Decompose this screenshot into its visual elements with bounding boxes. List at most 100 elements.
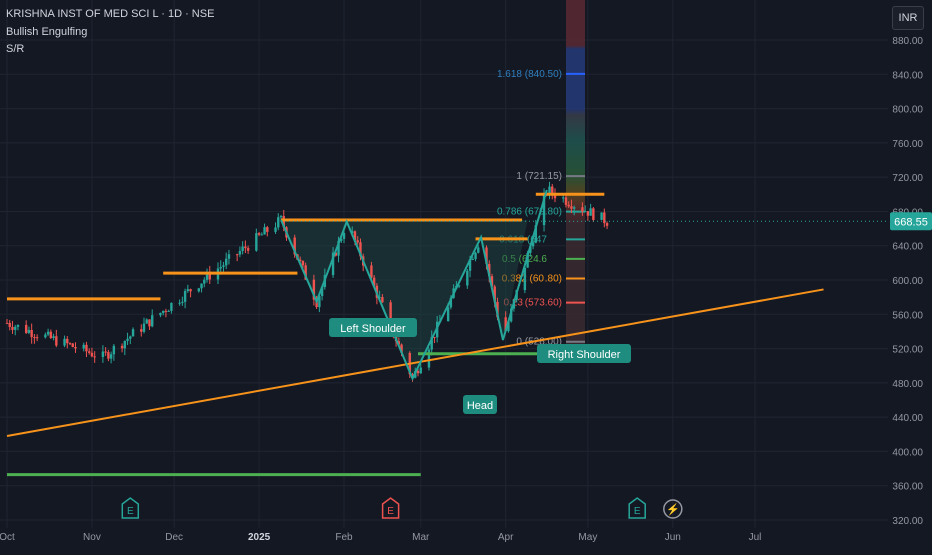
- price-axis-tick: 640.00: [892, 242, 923, 253]
- last-price-text: 668.55: [894, 216, 928, 228]
- candle-body: [186, 289, 190, 291]
- pattern-label-text: Left Shoulder: [340, 323, 406, 335]
- candle-body: [55, 336, 58, 346]
- earnings-marker-icon: E: [121, 497, 140, 519]
- candle-body: [589, 208, 592, 216]
- candle-body: [159, 312, 162, 316]
- candle-body: [471, 259, 474, 261]
- candle-body: [93, 356, 96, 358]
- candle-body: [49, 331, 53, 338]
- price-axis-tick: 320.00: [892, 516, 923, 527]
- candle-body: [74, 346, 77, 349]
- price-axis-tick: 600.00: [892, 276, 923, 287]
- candle-body: [109, 354, 113, 359]
- right-shoulder-label: Right Shoulder: [537, 344, 631, 363]
- time-axis-tick: Jun: [665, 532, 681, 543]
- candle-body: [140, 329, 143, 332]
- candle-body: [44, 334, 47, 338]
- candle-body: [244, 246, 247, 249]
- indicator-bullish-engulfing[interactable]: Bullish Engulfing: [6, 26, 87, 38]
- candle-body: [101, 351, 105, 357]
- earnings-marker-icon: E: [628, 497, 646, 519]
- candle-body: [257, 233, 261, 235]
- candle-body: [581, 207, 584, 212]
- candle-body: [266, 227, 269, 232]
- candle-body: [200, 283, 203, 289]
- candle-body: [24, 324, 28, 333]
- candle-body: [474, 252, 477, 260]
- candle-body: [235, 254, 239, 256]
- candle-body: [301, 260, 305, 266]
- candle-body: [203, 279, 206, 284]
- time-axis-tick: Nov: [83, 532, 101, 543]
- candle-body: [30, 329, 33, 338]
- candle-body: [222, 265, 225, 267]
- candle-body: [562, 197, 565, 199]
- symbol-title[interactable]: KRISHNA INST OF MED SCI L · 1D · NSE: [6, 8, 214, 20]
- candle-body: [8, 322, 11, 327]
- events-group: E E E ⚡: [121, 497, 683, 519]
- time-axis-tick: Dec: [165, 532, 183, 543]
- candle-body: [583, 211, 587, 213]
- candle-body: [164, 310, 168, 312]
- indicator-sr[interactable]: S/R: [6, 43, 24, 55]
- candle-body: [85, 344, 88, 352]
- candle-body: [104, 351, 107, 353]
- candle-body: [145, 319, 148, 324]
- candle-body: [246, 248, 250, 251]
- chart-canvas[interactable]: 1.618 (840.50)1 (721.15)0.786 (679.80)0.…: [0, 0, 932, 550]
- candle-body: [274, 227, 277, 232]
- candle-body: [46, 331, 50, 335]
- candle-body: [241, 246, 244, 252]
- candle-body: [260, 234, 264, 236]
- candle-body: [227, 254, 231, 259]
- candle-body: [71, 343, 74, 347]
- candle-body: [605, 223, 609, 226]
- candle-body: [466, 270, 469, 286]
- candle-body: [356, 240, 359, 243]
- candle-body: [88, 351, 91, 353]
- currency-selector-button[interactable]: INR: [892, 6, 924, 30]
- candle-body: [161, 310, 165, 313]
- candle-body: [419, 367, 422, 374]
- price-axis-tick: 760.00: [892, 139, 923, 150]
- price-axis-tick: 840.00: [892, 70, 923, 81]
- svg-text:E: E: [387, 506, 394, 517]
- price-axis: 880.00840.00800.00760.00720.00680.00640.…: [888, 0, 932, 550]
- candle-body: [66, 338, 69, 344]
- candle-body: [131, 329, 135, 337]
- candle-body: [142, 323, 146, 332]
- candle-body: [129, 336, 132, 339]
- price-axis-tick: 880.00: [892, 36, 923, 47]
- candle-body: [35, 337, 39, 339]
- candle-body: [16, 324, 20, 327]
- candle-body: [263, 227, 266, 235]
- head-label: Head: [463, 395, 497, 414]
- price-axis-tick: 520.00: [892, 345, 923, 356]
- price-axis-tick: 440.00: [892, 413, 923, 424]
- candle-body: [277, 217, 280, 228]
- fib-level-label: 1.618 (840.50): [497, 69, 562, 80]
- candle-body: [255, 233, 258, 251]
- candle-body: [68, 343, 72, 345]
- candle-body: [90, 352, 94, 357]
- fib-level-label: .80): [545, 273, 562, 284]
- candle-body: [370, 265, 373, 278]
- candle-body: [126, 338, 129, 341]
- candle-body: [564, 197, 568, 205]
- candle-body: [178, 302, 181, 304]
- candle-body: [189, 289, 192, 292]
- earnings-marker-icon: E: [381, 497, 400, 519]
- candle-body: [183, 290, 187, 302]
- candle-body: [112, 345, 116, 355]
- time-axis-tick: May: [578, 532, 597, 543]
- chart-area[interactable]: 1.618 (840.50) 1 (721.15) 0.786 (679.80) 0.…: [0, 0, 932, 550]
- svg-text:E: E: [634, 506, 641, 517]
- candle-body: [416, 370, 420, 374]
- candle-body: [5, 322, 9, 324]
- time-axis-tick: Mar: [412, 532, 430, 543]
- candle-body: [548, 186, 551, 194]
- pattern-label-text: Head: [467, 400, 493, 412]
- svg-text:⚡: ⚡: [666, 503, 680, 516]
- fib-level-label: 1 (721.15): [516, 171, 562, 182]
